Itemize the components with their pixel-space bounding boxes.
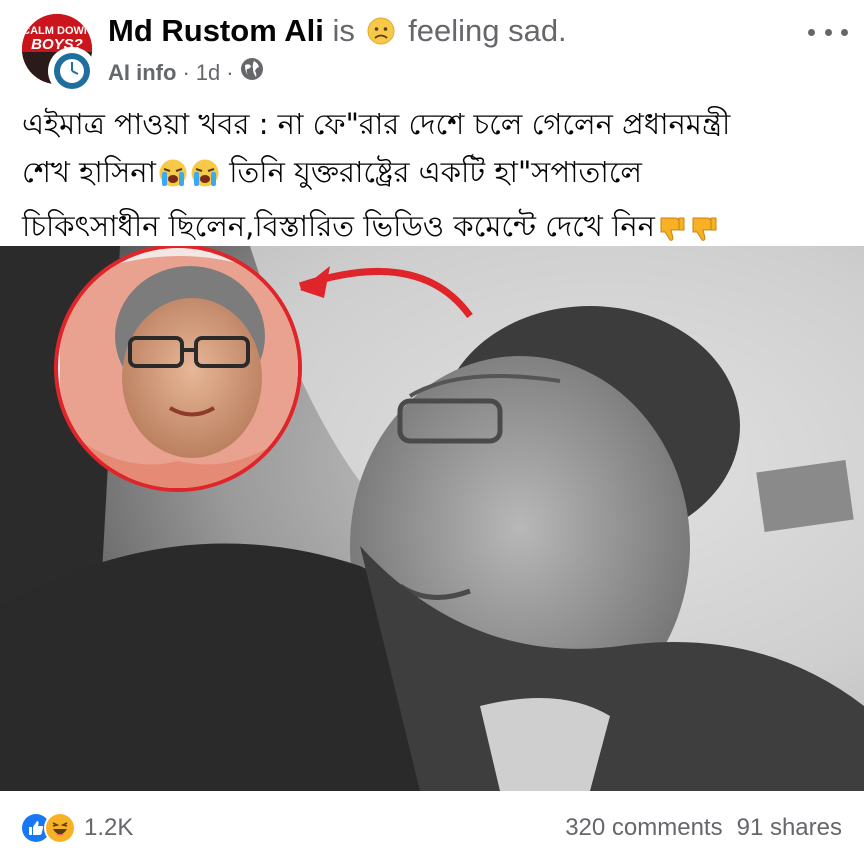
reaction-count: 1.2K: [84, 814, 134, 841]
post-time[interactable]: 1d: [196, 59, 220, 87]
page-badge: [50, 49, 94, 93]
more-dot: [824, 28, 832, 36]
more-options-button[interactable]: [808, 22, 848, 42]
post-text-segment-2a: শেখ হাসিনা: [22, 155, 157, 189]
post-text-segment-3: চিকিৎসাধীন ছিলেন,বিস্তারিত ভিডিও কমেন্টে…: [22, 209, 655, 243]
loudly-crying-emoji-icon: [190, 154, 220, 202]
post-text-segment-2b: তিনি যুক্তরাষ্ট্রের একটি হা"সপাতালে: [229, 155, 642, 189]
reaction-icons: [22, 813, 78, 843]
clock-badge-icon: [54, 53, 90, 89]
author-name[interactable]: Md Rustom Ali: [108, 13, 324, 48]
meta-separator-2: ·: [226, 59, 234, 85]
feeling-text: feeling sad.: [408, 13, 567, 48]
reactions-summary[interactable]: 1.2K: [22, 812, 133, 844]
photo-illustration: [0, 246, 864, 791]
post-header: CALM DOWN BOYS? Md Rustom Ali is feeling…: [0, 0, 864, 95]
more-dot: [808, 28, 815, 36]
more-dot: [841, 28, 848, 36]
shares-count[interactable]: 91 shares: [737, 814, 842, 842]
haha-icon: [46, 814, 74, 842]
comments-count[interactable]: 320 comments: [565, 814, 722, 842]
author-is-text: is: [332, 13, 355, 48]
post-text-line-1: এইমাত্র পাওয়া খবর : না ফে"রার দেশে চলে …: [22, 107, 731, 141]
globe-icon: [240, 57, 264, 88]
post-photo[interactable]: [0, 246, 864, 791]
ai-info-label[interactable]: AI info: [108, 59, 176, 87]
sad-face-icon: [367, 16, 395, 54]
post-text-line-2: শেখ হাসিনা তিনি যুক্তরাষ্ট্রের একটি হা"স…: [22, 148, 847, 202]
post-meta: AI info · 1d ·: [108, 57, 264, 88]
post-text: এইমাত্র পাওয়া খবর : না ফে"রার দেশে চলে …: [22, 100, 847, 256]
engagement-stats: 320 comments 91 shares: [565, 812, 842, 844]
meta-separator-1: ·: [182, 59, 190, 85]
loudly-crying-emoji-icon: [158, 154, 188, 202]
author-line: Md Rustom Ali is feeling sad.: [108, 12, 567, 54]
